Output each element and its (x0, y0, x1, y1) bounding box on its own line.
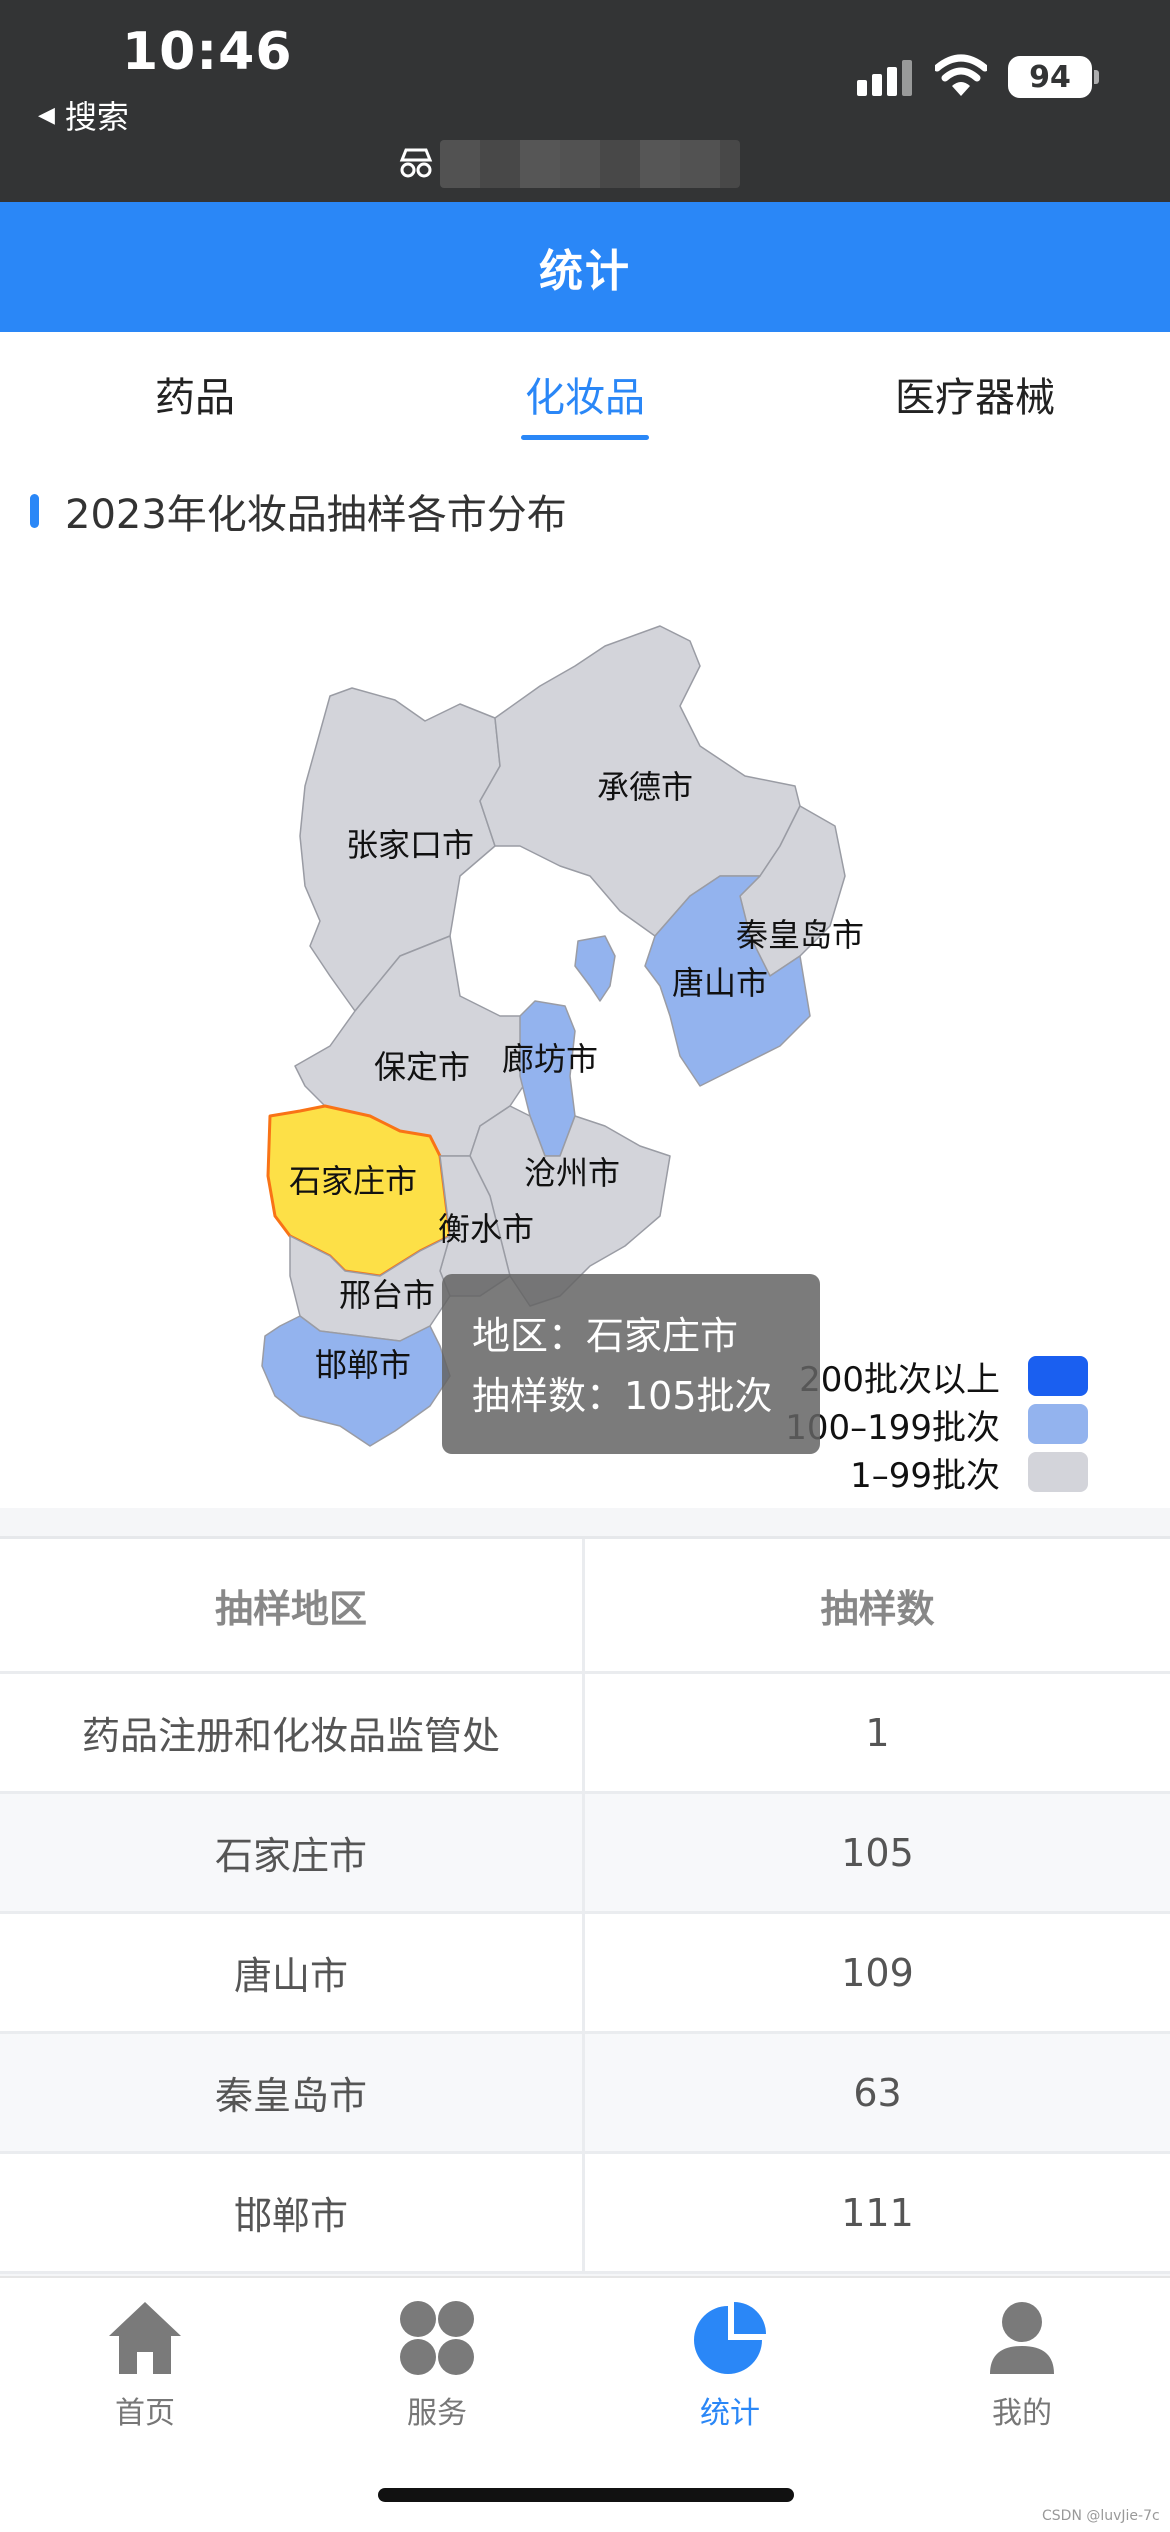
label-langfang: 廊坊市 (502, 1040, 598, 1078)
nav-profile-label: 我的 (992, 2396, 1052, 2431)
table-cell-count: 111 (841, 2190, 914, 2235)
legend-swatch (1028, 1452, 1088, 1492)
label-zhangjiakou: 张家口市 (346, 826, 474, 864)
battery-nub (1094, 70, 1099, 84)
nav-home[interactable]: 首页 (70, 2298, 220, 2432)
table-row: 石家庄市 105 (0, 1794, 1170, 1914)
legend-swatch (1028, 1356, 1088, 1396)
label-shijiazhuang: 石家庄市 (289, 1162, 417, 1200)
table-cell-count: 109 (841, 1950, 914, 1995)
nav-profile[interactable]: 我的 (947, 2298, 1097, 2432)
user-icon (990, 2302, 1054, 2374)
chart-section-title: 2023年化妆品抽样各市分布 (30, 482, 567, 540)
table-cell-region: 石家庄市 (0, 1794, 585, 1911)
map-chart-card: 张家口市 承德市 秦皇岛市 唐山市 保定市 廊坊市 沧州市 石家庄市 衡水市 邢… (0, 456, 1170, 1508)
pie-chart-icon (694, 2302, 766, 2374)
sampling-table: 抽样地区 抽样数 药品注册和化妆品监管处 1 石家庄市 105 唐山市 109 … (0, 1536, 1170, 2274)
column-header-count: 抽样数 (820, 1586, 935, 1631)
label-handan: 邯郸市 (315, 1346, 411, 1384)
label-xingtai: 邢台市 (339, 1276, 435, 1314)
battery-indicator: 94 (1008, 56, 1092, 98)
nav-statistics[interactable]: 统计 (655, 2298, 805, 2432)
legend-swatch (1028, 1404, 1088, 1444)
legend-item[interactable]: 1–99批次 (780, 1448, 1088, 1496)
tab-drugs[interactable]: 药品 (0, 332, 390, 456)
home-indicator[interactable] (378, 2488, 794, 2502)
table-header-row: 抽样地区 抽样数 (0, 1539, 1170, 1674)
tab-cosmetics[interactable]: 化妆品 (390, 332, 780, 456)
region-beijing-enclave (574, 935, 616, 1002)
category-tabs: 药品 化妆品 医疗器械 (0, 332, 1170, 456)
app-header: 统计 (0, 202, 1170, 332)
status-bar: 10:46 ◀ 搜索 94 (0, 0, 1170, 202)
table-cell-count: 63 (853, 2070, 902, 2115)
table-cell-region: 秦皇岛市 (0, 2034, 585, 2151)
table-cell-region: 药品注册和化妆品监管处 (0, 1674, 585, 1791)
label-tangshan: 唐山市 (672, 964, 768, 1002)
label-baoding: 保定市 (374, 1048, 470, 1086)
nav-services-label: 服务 (407, 2396, 467, 2431)
column-header-region: 抽样地区 (0, 1539, 585, 1671)
grid-icon (400, 2301, 474, 2375)
watermark: CSDN @luvJie-7c (1042, 2508, 1160, 2524)
nav-home-label: 首页 (115, 2396, 175, 2431)
legend-item[interactable]: 200批次以上 (780, 1352, 1088, 1400)
section-accent-bar (30, 494, 39, 528)
tab-medical-devices[interactable]: 医疗器械 (780, 332, 1170, 456)
back-link-label: 搜索 (64, 98, 129, 136)
page-title: 统计 (539, 246, 631, 297)
table-cell-count: 1 (865, 1710, 890, 1755)
nav-services[interactable]: 服务 (362, 2298, 512, 2432)
table-row: 唐山市 109 (0, 1914, 1170, 2034)
tooltip-region: 地区：石家庄市 (472, 1314, 739, 1358)
legend-label: 1–99批次 (850, 1455, 1000, 1496)
table-row: 秦皇岛市 63 (0, 2034, 1170, 2154)
tooltip-count: 抽样数：105批次 (472, 1374, 773, 1418)
back-triangle-icon: ◀ (38, 102, 55, 128)
cellular-signal-icon (857, 60, 912, 96)
table-cell-region: 唐山市 (0, 1914, 585, 2031)
label-cangzhou: 沧州市 (524, 1154, 620, 1192)
blurred-url-bar (440, 140, 740, 188)
map-tooltip: 地区：石家庄市 抽样数：105批次 (442, 1274, 820, 1454)
table-row: 邯郸市 111 (0, 2154, 1170, 2274)
back-to-search-link[interactable]: ◀ 搜索 (38, 92, 129, 138)
map-legend: 200批次以上 100–199批次 1–99批次 (780, 1352, 1088, 1496)
label-hengshui: 衡水市 (438, 1210, 534, 1248)
nav-statistics-label: 统计 (700, 2396, 760, 2431)
incognito-icon (399, 148, 433, 178)
wifi-icon (935, 54, 987, 96)
table-cell-count: 105 (841, 1830, 914, 1875)
label-qinhuangdao: 秦皇岛市 (736, 916, 864, 954)
status-time: 10:46 (122, 22, 293, 82)
legend-item[interactable]: 100–199批次 (780, 1400, 1088, 1448)
legend-label: 200批次以上 (799, 1359, 1000, 1400)
home-icon (109, 2302, 181, 2374)
table-cell-region: 邯郸市 (0, 2154, 585, 2271)
label-chengde: 承德市 (597, 768, 693, 806)
table-row: 药品注册和化妆品监管处 1 (0, 1674, 1170, 1794)
chart-title: 2023年化妆品抽样各市分布 (65, 492, 567, 538)
